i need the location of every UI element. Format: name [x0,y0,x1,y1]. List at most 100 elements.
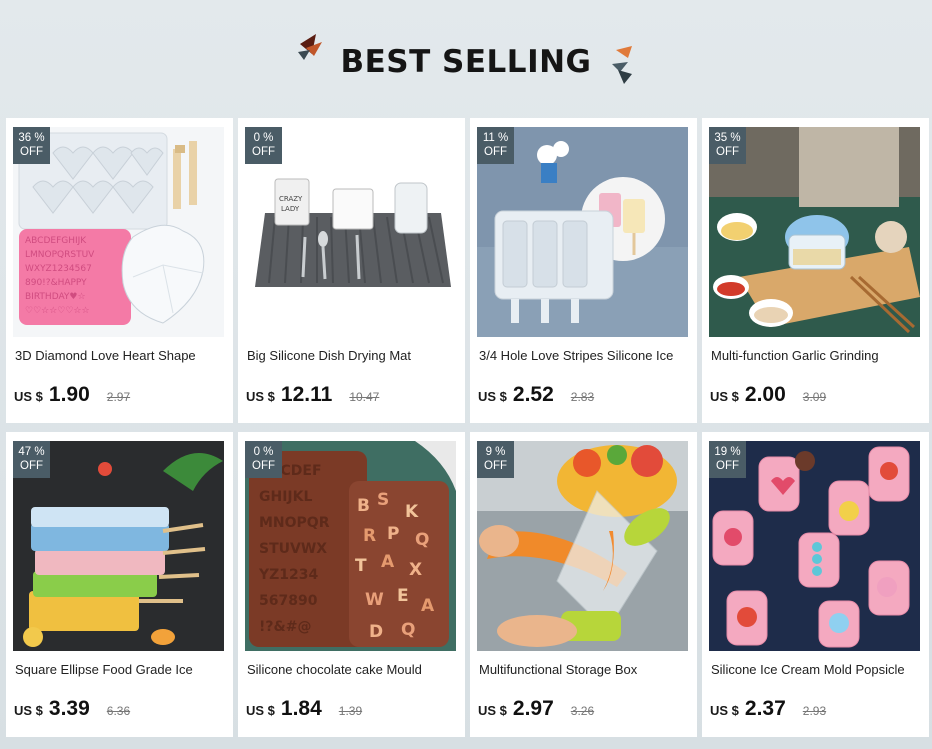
svg-text:Q: Q [415,530,429,550]
discount-percent: 0 % [253,446,274,458]
discount-off-label: OFF [252,146,275,158]
discount-badge: 19 % OFF [709,441,746,478]
svg-text:S: S [377,490,389,510]
currency-label: US $ [14,389,43,404]
svg-text:T: T [355,556,367,576]
current-price: 2.52 [512,383,554,406]
svg-text:MNOPQR: MNOPQR [259,515,330,531]
discount-off-label: OFF [716,146,739,158]
svg-text:567890: 567890 [259,593,318,609]
product-card[interactable]: 47 % OFF Square Ellipse Food Grade Ice U… [6,432,233,737]
svg-text:K: K [405,502,419,522]
original-price: 10.47 [349,390,380,404]
svg-text:W: W [365,590,384,610]
original-price: 2.93 [802,704,827,718]
svg-text:STUVWX: STUVWX [259,541,327,557]
svg-text:P: P [387,524,399,544]
price-row: US $ 1.84 1.39 [246,697,461,723]
price-row: US $ 2.37 2.93 [710,697,925,723]
svg-text:!?&#@: !?&#@ [259,619,311,635]
current-price: 1.90 [48,383,90,406]
original-price: 1.39 [338,704,363,718]
product-name[interactable]: 3D Diamond Love Heart Shape [15,348,228,363]
price-row: US $ 2.00 3.09 [710,383,925,409]
product-name[interactable]: 3/4 Hole Love Stripes Silicone Ice [479,348,692,363]
current-price: 2.97 [512,697,554,720]
svg-text:LADY: LADY [281,205,300,213]
price-row: US $ 1.90 2.97 [14,383,229,409]
product-name[interactable]: Big Silicone Dish Drying Mat [247,348,460,363]
price-row: US $ 3.39 6.36 [14,697,229,723]
discount-percent: 9 % [485,446,506,458]
original-price: 6.36 [106,704,131,718]
svg-text:B: B [357,496,370,516]
page-title: BEST SELLING [340,44,592,80]
product-name[interactable]: Multifunctional Storage Box [479,662,692,677]
discount-off-label: OFF [484,146,507,158]
product-name[interactable]: Silicone chocolate cake Mould [247,662,460,677]
product-card[interactable]: ABCDEFGHIJK LMNOPQRSTUV WXYZ1234567 890!… [6,118,233,423]
discount-percent: 19 % [714,446,741,458]
svg-text:GHIJKL: GHIJKL [259,489,312,505]
svg-text:A: A [421,596,435,616]
svg-text:ABCDEFGHIJK: ABCDEFGHIJK [25,236,87,246]
svg-text:D: D [369,622,383,642]
currency-label: US $ [14,703,43,718]
discount-percent: 0 % [253,132,274,144]
svg-text:LMNOPQRSTUV: LMNOPQRSTUV [25,250,95,260]
discount-badge: 36 % OFF [13,127,50,164]
discount-percent: 36 % [18,132,45,144]
currency-label: US $ [710,703,739,718]
price-row: US $ 12.11 10.47 [246,383,461,409]
original-price: 3.26 [570,704,595,718]
discount-percent: 11 % [482,132,509,144]
svg-text:CRAZY: CRAZY [279,195,303,203]
product-card[interactable]: 9 % OFF Multifunctional Storage Box US $… [470,432,697,737]
svg-text:A: A [381,552,395,572]
current-price: 1.84 [280,697,322,720]
discount-badge: 35 % OFF [709,127,746,164]
current-price: 12.11 [280,383,333,406]
current-price: 2.37 [744,697,786,720]
svg-text:WXYZ1234567: WXYZ1234567 [25,264,92,274]
product-name[interactable]: Silicone Ice Cream Mold Popsicle [711,662,924,677]
product-card[interactable]: 35 % OFF Multi-function Garlic Grinding … [702,118,929,423]
price-row: US $ 2.52 2.83 [478,383,693,409]
discount-badge: 9 % OFF [477,441,514,478]
currency-label: US $ [478,389,507,404]
discount-badge: 11 % OFF [477,127,514,164]
discount-off-label: OFF [20,460,43,472]
svg-text:BIRTHDAY♥☆: BIRTHDAY♥☆ [25,292,86,302]
discount-badge: 0 % OFF [245,127,282,164]
discount-off-label: OFF [20,146,43,158]
currency-label: US $ [478,703,507,718]
discount-badge: 0 % OFF [245,441,282,478]
product-card[interactable]: 19 % OFF Silicone Ice Cream Mold Popsicl… [702,432,929,737]
current-price: 3.39 [48,697,90,720]
current-price: 2.00 [744,383,786,406]
currency-label: US $ [246,389,275,404]
discount-percent: 47 % [18,446,45,458]
svg-text:X: X [409,560,422,580]
product-grid: ABCDEFGHIJK LMNOPQRSTUV WXYZ1234567 890!… [6,118,929,742]
svg-text:E: E [397,586,409,606]
svg-text:890!?&HAPPY: 890!?&HAPPY [25,278,87,288]
discount-off-label: OFF [716,460,739,472]
currency-label: US $ [246,703,275,718]
svg-text:♡♡☆☆♡♡☆☆: ♡♡☆☆♡♡☆☆ [25,306,90,316]
product-card[interactable]: 11 % OFF 3/4 Hole Love Stripes Silicone … [470,118,697,423]
original-price: 3.09 [802,390,827,404]
product-name[interactable]: Square Ellipse Food Grade Ice [15,662,228,677]
currency-label: US $ [710,389,739,404]
svg-text:Q: Q [401,620,415,640]
discount-off-label: OFF [484,460,507,472]
product-name[interactable]: Multi-function Garlic Grinding [711,348,924,363]
product-card[interactable]: CRAZY LADY 0 % OFF Big Silicone Dish Dry… [238,118,465,423]
svg-text:R: R [363,526,376,546]
price-row: US $ 2.97 3.26 [478,697,693,723]
decorative-triangles-icon [612,46,632,84]
product-card[interactable]: ABCDEF GHIJKL MNOPQR STUVWX YZ1234 56789… [238,432,465,737]
section-header: BEST SELLING [0,0,932,118]
discount-percent: 35 % [714,132,741,144]
original-price: 2.83 [570,390,595,404]
